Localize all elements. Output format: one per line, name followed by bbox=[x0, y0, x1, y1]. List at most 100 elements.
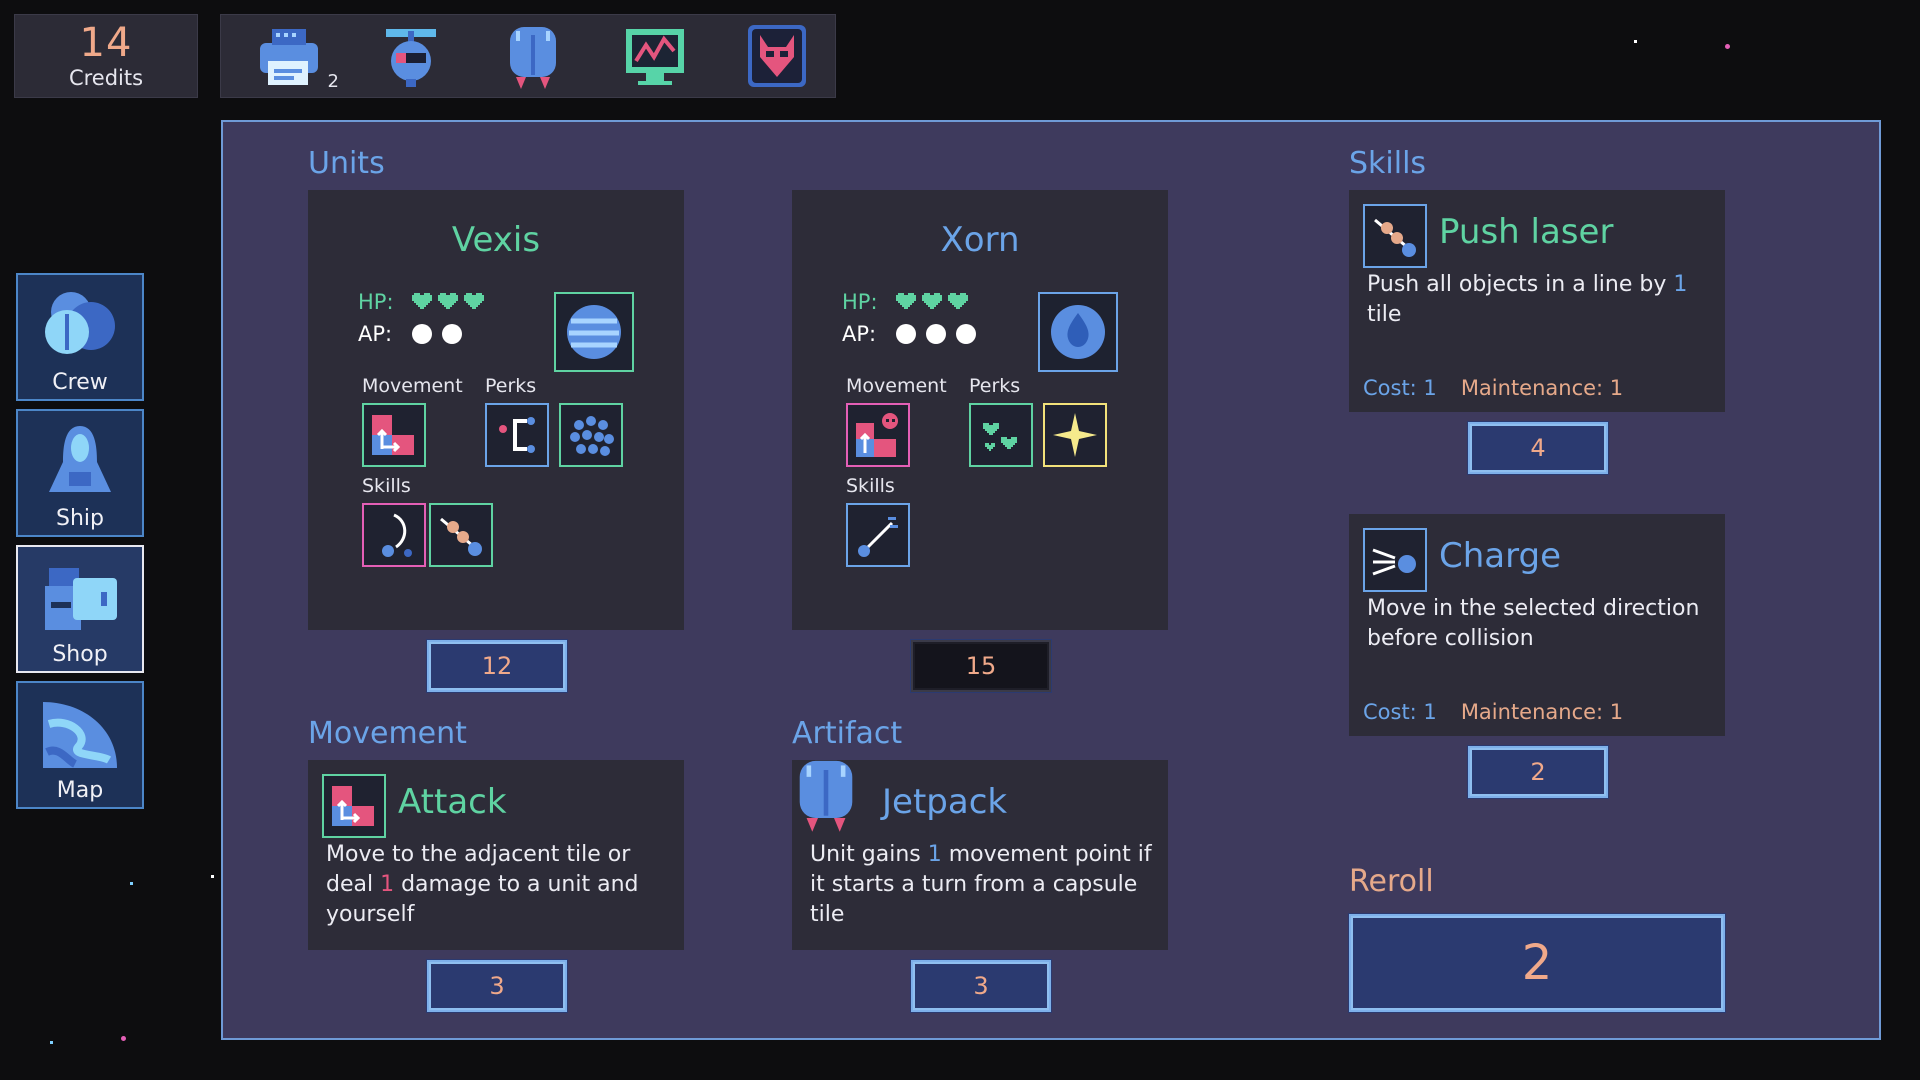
ap-point-icon bbox=[896, 324, 916, 344]
shop-icon bbox=[45, 568, 117, 630]
skill-maintenance: Maintenance: 1 bbox=[1460, 376, 1624, 400]
skill-cost-line: Cost: 1 Maintenance: 1 bbox=[1363, 700, 1623, 724]
movement-label: Movement bbox=[846, 375, 947, 397]
charge-skill-icon bbox=[1363, 528, 1427, 592]
movement-label: Movement bbox=[362, 375, 463, 397]
credits-label: Credits bbox=[68, 66, 144, 90]
artifact-count: 2 bbox=[327, 71, 339, 92]
jetpack-artifact-icon[interactable] bbox=[495, 18, 571, 94]
reroll-button[interactable]: 2 bbox=[1348, 913, 1726, 1013]
drone-artifact-icon[interactable] bbox=[373, 18, 449, 94]
map-icon bbox=[43, 702, 117, 768]
unit-name: Xorn bbox=[940, 220, 1020, 260]
unit-price-button[interactable]: 15 bbox=[910, 639, 1052, 693]
unit-card-xorn[interactable]: Xorn HP: AP: Movement Perks Skills bbox=[792, 190, 1168, 630]
nav-map-button[interactable]: Map bbox=[16, 681, 144, 809]
water-orb-icon bbox=[1051, 305, 1105, 359]
reroll-section-title: Reroll bbox=[1349, 864, 1434, 899]
nav-shop-button[interactable]: Shop bbox=[16, 545, 144, 673]
unit-price-button[interactable]: 12 bbox=[426, 639, 568, 693]
jetpack-artifact-icon bbox=[786, 754, 866, 834]
ap-label: AP: bbox=[842, 322, 877, 346]
artifact-section-title: Artifact bbox=[792, 716, 903, 751]
skull-attack-move-icon[interactable] bbox=[846, 403, 910, 467]
skill-card-push-laser[interactable]: Push laser Push all objects in a line by… bbox=[1349, 190, 1725, 412]
unit-name: Vexis bbox=[451, 220, 541, 260]
skill-title: Push laser bbox=[1439, 212, 1614, 252]
perks-label: Perks bbox=[485, 375, 537, 397]
movement-title: Attack bbox=[398, 782, 507, 822]
skills-label: Skills bbox=[362, 475, 411, 497]
skills-label: Skills bbox=[846, 475, 895, 497]
artifact-price-button[interactable]: 3 bbox=[910, 959, 1052, 1013]
star bbox=[130, 882, 133, 885]
cluster-perk-icon[interactable] bbox=[559, 403, 623, 467]
desc-text: tile bbox=[1367, 302, 1402, 327]
star bbox=[1725, 44, 1730, 49]
artifact-description: Unit gains 1 movement point if it starts… bbox=[810, 840, 1160, 930]
heart-icon bbox=[464, 293, 484, 309]
bracket-perk-icon[interactable] bbox=[485, 403, 549, 467]
printer-artifact-icon[interactable]: 2 bbox=[251, 18, 339, 94]
heart-icon bbox=[412, 293, 432, 309]
swing-skill-icon[interactable] bbox=[846, 503, 910, 567]
desc-text: Push all objects in a line by bbox=[1367, 272, 1674, 297]
hp-label: HP: bbox=[358, 290, 394, 314]
nav-crew-button[interactable]: Crew bbox=[16, 273, 144, 401]
skill-cost: Cost: 1 bbox=[1363, 376, 1437, 400]
movement-card-attack[interactable]: Attack Move to the adjacent tile or deal… bbox=[308, 760, 684, 950]
heart-icon bbox=[896, 293, 916, 309]
unit-portrait bbox=[1038, 292, 1118, 372]
nav-ship-button[interactable]: Ship bbox=[16, 409, 144, 537]
skill-title: Charge bbox=[1439, 536, 1562, 576]
unit-portrait bbox=[554, 292, 634, 372]
ap-point-icon bbox=[956, 324, 976, 344]
unit-card-vexis[interactable]: Vexis HP: AP: Movement Perks Skills bbox=[308, 190, 684, 630]
push-laser-skill-icon bbox=[1363, 204, 1427, 268]
perks-label: Perks bbox=[969, 375, 1021, 397]
attack-move-icon bbox=[322, 774, 386, 838]
ship-icon bbox=[49, 426, 111, 492]
skills-section-title: Skills bbox=[1349, 146, 1427, 181]
movement-price-button[interactable]: 3 bbox=[426, 959, 568, 1013]
striped-orb-icon bbox=[567, 305, 621, 359]
ap-point-icon bbox=[442, 324, 462, 344]
artifact-title: Jetpack bbox=[882, 782, 1008, 822]
unit-ap: AP: bbox=[358, 322, 466, 346]
skill-price-button[interactable]: 2 bbox=[1467, 745, 1609, 799]
movement-description: Move to the adjacent tile or deal 1 dama… bbox=[326, 840, 676, 930]
ap-point-icon bbox=[926, 324, 946, 344]
heart-icon bbox=[438, 293, 458, 309]
desc-text: Unit gains bbox=[810, 842, 928, 867]
owned-artifacts-bar: 2 bbox=[220, 14, 836, 98]
hp-label: HP: bbox=[842, 290, 878, 314]
artifact-card-jetpack[interactable]: Jetpack Unit gains 1 movement point if i… bbox=[792, 760, 1168, 950]
unit-hp: HP: bbox=[358, 290, 484, 314]
skill-maintenance: Maintenance: 1 bbox=[1460, 700, 1624, 724]
monitor-artifact-icon[interactable] bbox=[617, 18, 693, 94]
units-section-title: Units bbox=[308, 146, 385, 181]
skill-description: Push all objects in a line by 1 tile bbox=[1367, 270, 1717, 330]
star-perk-icon[interactable] bbox=[1043, 403, 1107, 467]
star bbox=[1634, 40, 1637, 43]
skill-card-charge[interactable]: Charge Move in the selected direction be… bbox=[1349, 514, 1725, 736]
shop-panel: Units Skills Movement Artifact Reroll Ve… bbox=[221, 120, 1881, 1040]
movement-section-title: Movement bbox=[308, 716, 467, 751]
crew-icon bbox=[45, 292, 115, 354]
skill-description: Move in the selected direction before co… bbox=[1367, 594, 1717, 654]
ap-point-icon bbox=[412, 324, 432, 344]
star bbox=[211, 875, 214, 878]
star bbox=[121, 1036, 126, 1041]
skill-cost-line: Cost: 1 Maintenance: 1 bbox=[1363, 376, 1623, 400]
attack-move-icon[interactable] bbox=[362, 403, 426, 467]
hook-skill-icon[interactable] bbox=[362, 503, 426, 567]
demon-mask-artifact-icon[interactable] bbox=[739, 18, 815, 94]
push-laser-skill-icon[interactable] bbox=[429, 503, 493, 567]
skill-price-button[interactable]: 4 bbox=[1467, 421, 1609, 475]
nav-crew-label: Crew bbox=[52, 370, 108, 395]
credits-display: 14 Credits bbox=[14, 14, 198, 98]
desc-highlight: 1 bbox=[380, 872, 395, 897]
ap-label: AP: bbox=[358, 322, 393, 346]
nav-shop-label: Shop bbox=[52, 642, 108, 667]
hearts-perk-icon[interactable] bbox=[969, 403, 1033, 467]
